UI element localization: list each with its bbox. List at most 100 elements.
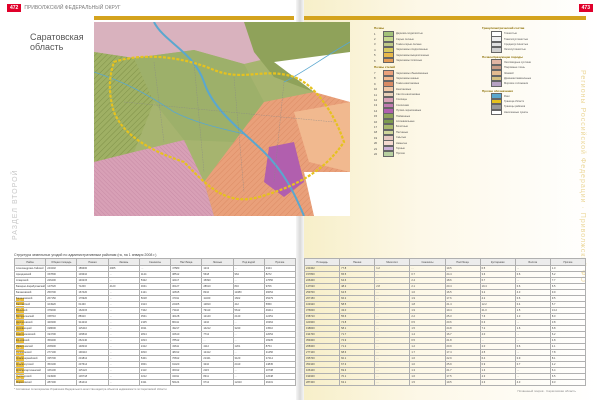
right-page-number: 473 — [578, 4, 593, 12]
legend-label: Глинистые — [504, 32, 517, 36]
table-title: Структура земельных угодий по администра… — [14, 253, 157, 257]
column-header: Пашня — [339, 258, 376, 266]
table-footnote: * Составлено по материалам Управления Фе… — [14, 388, 168, 391]
legend-label: Темно-серые лесные — [396, 42, 422, 46]
column-header: Пастбища — [170, 258, 203, 266]
legend-label: Морские отложения — [504, 82, 529, 86]
column-header: Лесные — [201, 258, 234, 266]
legend-heading: Прочие обозначения — [482, 88, 514, 93]
legend-label: Песчаные — [396, 130, 409, 134]
table-cell: 4.3 — [514, 379, 551, 386]
legend-code: 8 — [374, 76, 376, 81]
legend-label: Реки — [504, 94, 510, 98]
left-gold-strip — [94, 16, 294, 20]
table-cell: 63.1 — [339, 379, 376, 386]
column-header: Залежь — [107, 258, 140, 266]
legend-code: 22 — [374, 151, 378, 156]
legend-swatch — [491, 47, 502, 53]
legend-code: 17 — [374, 124, 378, 129]
legend-label: Элювий — [504, 71, 514, 75]
soil-map[interactable] — [94, 22, 350, 216]
legend-label: Легкосуглинистые — [504, 48, 526, 52]
region-title: Саратовская область — [30, 32, 84, 52]
legend-code: 9 — [374, 81, 376, 86]
legend-heading: Гранулометрический состав — [482, 26, 525, 30]
legend-heading: Почвы степей — [374, 65, 396, 70]
legend-column-a: Почвы 1 Дерново-подзолистые 2 Серые лесные 3 Т… — [374, 24, 474, 157]
land-table-section: Структура земельных угодий по администра… — [13, 253, 587, 386]
land-table-right: Площадь Пашня Многолет. Сенокосы Пастбища Кус… — [303, 258, 587, 386]
table-cell: 26431 — [263, 379, 297, 386]
legend-code: 10 — [374, 87, 378, 92]
legend-label: Темно-каштановые — [396, 82, 420, 86]
right-footer: Почвенный покров · Саратовская область — [517, 389, 576, 393]
legend-swatch — [491, 81, 502, 87]
table-cell: 287400 — [45, 379, 78, 386]
legend-label: Светло-каштановые — [396, 93, 421, 97]
legend-label: Прочие — [396, 152, 405, 156]
legend-swatch — [383, 57, 394, 64]
table-header-row: Площадь Пашня Многолет. Сенокосы Пастбища Кус… — [303, 258, 587, 266]
legend-label: Серые лесные — [396, 37, 414, 41]
legend-item: Морские отложения — [482, 81, 582, 87]
table-header-row: Район Общая площадь Пашня Залежь Сенокосы Пас… — [13, 258, 297, 266]
legend-label: Болотные — [396, 125, 408, 129]
column-header: Сенокосы — [409, 258, 446, 266]
legend-label: Лессовидные суглинки — [504, 60, 532, 64]
legend-label: Черноземы выщелоченные — [396, 53, 430, 57]
column-header: Пастбища — [444, 258, 481, 266]
table-cell: 19.5 — [444, 379, 481, 386]
column-header: Прочие — [549, 258, 587, 266]
table-cell: Марксовский — [13, 379, 47, 386]
legend-code: 5 — [374, 53, 376, 58]
legend-item: 6 Черноземы типичные — [374, 57, 474, 64]
legend-label: Аллювиальные — [396, 120, 415, 124]
legend-label: Среднесуглинистые — [504, 42, 529, 46]
legend-swatch — [491, 109, 502, 116]
legend-label: Каштановые — [396, 87, 412, 91]
legend-code: 6 — [374, 58, 376, 63]
legend-label: Границы районов — [504, 105, 526, 109]
left-header-text: ПРИВОЛЖСКИЙ ФЕДЕРАЛЬНЫЙ ОКРУГ — [24, 5, 121, 11]
legend-code: 1 — [374, 31, 376, 36]
legend-label: Солончаки — [396, 103, 410, 107]
column-header: Под водой — [232, 258, 265, 266]
legend-code: 12 — [374, 97, 378, 102]
table-cell: 181412 — [76, 379, 109, 386]
table-row: 287400 63.1… 1.5 19.5 2.3 4.3 9.3 — [303, 379, 587, 386]
legend-code: 7 — [374, 71, 376, 76]
legend-label: Тяжелосуглинистые — [504, 37, 529, 41]
table-cell: 9.3 — [549, 379, 587, 386]
legend-code: 16 — [374, 119, 378, 124]
table-cell: 2.3 — [479, 379, 516, 386]
legend-label: Черноземы оподзоленные — [396, 48, 428, 52]
table-cell: 4311 — [138, 379, 172, 386]
legend-code: 15 — [374, 114, 378, 119]
legend-item: Легкосуглинистые — [482, 47, 582, 53]
legend-code: 11 — [374, 92, 377, 97]
legend-label: Черноземы обыкновенные — [396, 71, 429, 75]
map-legend: Почвы 1 Дерново-подзолистые 2 Серые лесные 3 Т… — [374, 24, 586, 234]
atlas-spread: 472 ПРИВОЛЖСКИЙ ФЕДЕРАЛЬНЫЙ ОКРУГ 473 Са… — [0, 0, 600, 400]
land-table-left: Район Общая площадь Пашня Залежь Сенокосы Пас… — [13, 258, 297, 386]
legend-code: 3 — [374, 42, 376, 47]
legend-code: 14 — [374, 108, 378, 113]
legend-label: Дерново-подзолистые — [396, 32, 423, 36]
legend-code: 4 — [374, 47, 376, 52]
left-page-number: 472 — [7, 4, 22, 12]
legend-item: 22 Прочие — [374, 151, 474, 157]
legend-label: Намытые — [396, 141, 408, 145]
table-cell: 56124 — [170, 379, 203, 386]
column-header: Многолет. — [374, 258, 411, 266]
table-cell: 287400 — [303, 379, 341, 386]
table-cell: 1.5 — [409, 379, 446, 386]
table-cell: 6712 — [201, 379, 234, 386]
legend-swatch — [383, 151, 394, 157]
right-running-header: 473 — [576, 2, 596, 14]
legend-heading: Почвы — [374, 26, 385, 30]
legend-code: 18 — [374, 130, 378, 135]
legend-label: Горные — [396, 147, 405, 150]
legend-code: 20 — [374, 141, 378, 146]
column-header: Кустарники — [479, 258, 516, 266]
table-cell: 12410 — [232, 379, 265, 386]
